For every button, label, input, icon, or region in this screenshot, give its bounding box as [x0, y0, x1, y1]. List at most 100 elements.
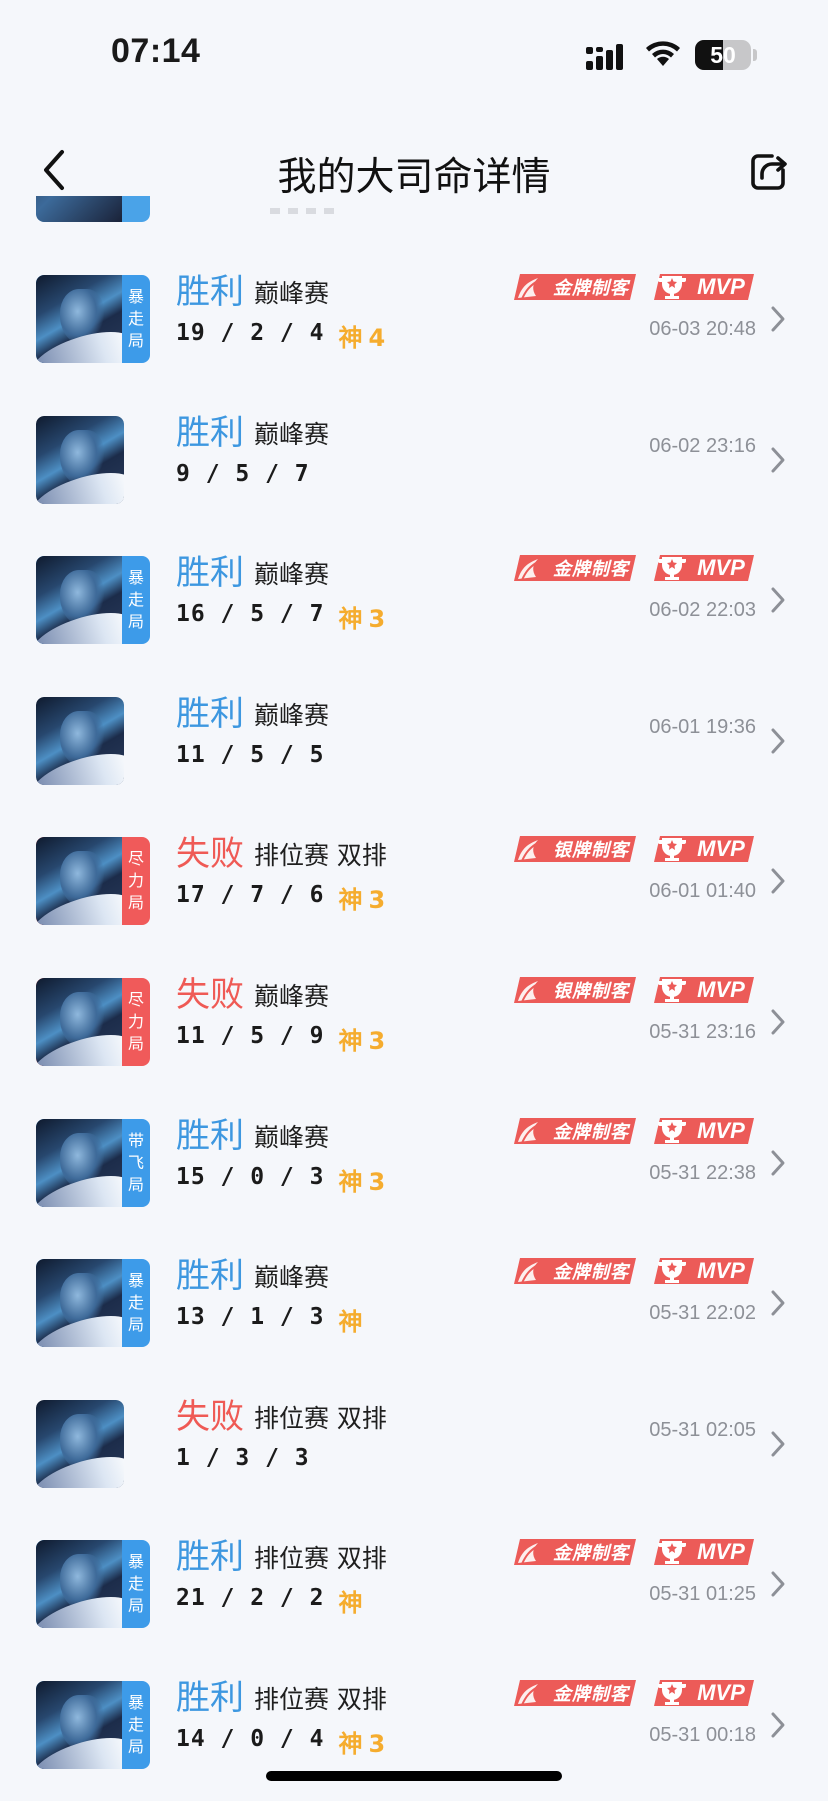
match-list: 暴走局胜利 巅峰赛 19 / 2 / 4 神 4 金牌制客 MVP 06-03 20:48 胜利… [0, 254, 828, 1801]
mvp-badge: MVP [652, 975, 756, 1005]
chevron-right-icon[interactable] [770, 1429, 786, 1459]
chevron-right-icon[interactable] [770, 726, 786, 756]
chevron-right-icon[interactable] [770, 445, 786, 475]
match-row[interactable]: 尽力局失败 排位赛 双排 17 / 7 / 6 神 3 银牌制客 MVP 06-01 01:4… [0, 816, 828, 957]
match-result: 胜利 [176, 1677, 244, 1718]
match-result: 胜利 [176, 693, 244, 734]
mvp-label: MVP [697, 836, 745, 862]
mvp-label: MVP [697, 274, 745, 299]
chevron-right-icon[interactable] [770, 1569, 786, 1599]
match-tag-char: 走 [127, 1714, 144, 1734]
match-tag-badge: 暴走局 [122, 1259, 150, 1347]
match-row[interactable]: 暴走局胜利 排位赛 双排 21 / 2 / 2 神金牌制客 MVP 05-31 01:25 [0, 1519, 828, 1660]
match-mode: 巅峰赛 [253, 700, 329, 730]
chevron-right-icon[interactable] [770, 1148, 786, 1178]
match-tag-char: 局 [127, 893, 144, 913]
match-row[interactable]: 暴走局胜利 巅峰赛 19 / 2 / 4 神 4 金牌制客 MVP 06-03 20:48 [0, 254, 828, 395]
killer-medal-badge: 金牌制客 [512, 1116, 640, 1146]
match-mode: 巅峰赛 [253, 1263, 329, 1293]
match-tag-char: 走 [127, 309, 144, 328]
match-timestamp: 05-31 22:38 [649, 1161, 756, 1184]
match-tag-char: 带 [127, 1130, 144, 1150]
match-kda: 15 / 0 / 3 [176, 1163, 325, 1190]
match-kda: 16 / 5 / 7 [176, 601, 325, 628]
god-count: 3 [368, 605, 386, 634]
mvp-badge: MVP [652, 1537, 756, 1567]
chevron-right-icon[interactable] [770, 866, 786, 896]
match-tag-badge: 尽力局 [122, 978, 150, 1066]
match-timestamp: 05-31 22:02 [649, 1302, 756, 1325]
cellular-signal-icon [586, 44, 623, 70]
match-tag-char: 飞 [127, 1152, 144, 1172]
god-count: 3 [368, 886, 386, 915]
match-mode: 巅峰赛 [253, 279, 329, 308]
mvp-label: MVP [697, 555, 745, 581]
mvp-badge: MVP [652, 553, 756, 583]
god-rating-label: 神3 [338, 1724, 385, 1759]
match-kda: 1 / 3 / 3 [176, 1444, 310, 1471]
match-row[interactable]: 带飞局胜利 巅峰赛 15 / 0 / 3 神 3 金牌制客 MVP 05-31 22:38 [0, 1098, 828, 1239]
match-result: 胜利 [176, 553, 244, 594]
match-result: 胜利 [176, 1256, 244, 1297]
match-timestamp: 05-31 00:18 [649, 1723, 756, 1746]
hero-portrait [36, 837, 122, 926]
hero-portrait [36, 977, 122, 1066]
chevron-right-icon[interactable] [770, 304, 786, 334]
match-mode: 排位赛 双排 [253, 841, 387, 871]
killer-medal-badge: 银牌制客 [512, 975, 640, 1005]
match-result: 胜利 [176, 1115, 244, 1156]
match-mode: 排位赛 双排 [253, 1544, 387, 1574]
match-tag-char: 走 [127, 1293, 144, 1313]
match-row[interactable]: 暴走局胜利 巅峰赛 16 / 5 / 7 神 3 金牌制客 MVP 06-02 22:03 [0, 535, 828, 676]
mvp-label: MVP [697, 1539, 745, 1565]
chevron-right-icon[interactable] [770, 585, 786, 615]
match-result: 失败 [176, 974, 244, 1015]
mvp-label: MVP [697, 1117, 745, 1143]
chevron-right-icon[interactable] [770, 1710, 786, 1740]
killer-medal-badge: 金牌制客 [512, 553, 640, 583]
match-tag-badge: 暴走局 [122, 275, 150, 363]
match-tag-char: 局 [127, 1596, 144, 1616]
mvp-badge: MVP [652, 1116, 756, 1146]
killer-medal-label: 银牌制客 [553, 980, 629, 1002]
match-kda: 11 / 5 / 9 [176, 1022, 325, 1049]
god-count: 4 [368, 324, 386, 352]
match-tag-badge: 尽力局 [122, 837, 150, 925]
match-row[interactable]: 失败 排位赛 双排 1 / 3 / 3 05-31 02:05 [0, 1379, 828, 1520]
hero-thumbnail: 暴走局 [36, 556, 150, 645]
match-tag-char: 局 [127, 1174, 144, 1194]
match-row[interactable]: 胜利 巅峰赛 11 / 5 / 5 06-01 19:36 [0, 676, 828, 817]
match-row[interactable]: 胜利 巅峰赛 9 / 5 / 7 06-02 23:16 [0, 395, 828, 536]
killer-medal-label: 金牌制客 [553, 1262, 629, 1284]
match-row[interactable]: 暴走局胜利 巅峰赛 13 / 1 / 3 神金牌制客 MVP 05-31 22:02 [0, 1238, 828, 1379]
hero-thumbnail: 暴走局 [36, 1540, 150, 1629]
god-label: 神 [338, 1308, 363, 1337]
share-icon[interactable] [748, 148, 788, 192]
match-mode: 巅峰赛 [253, 419, 329, 449]
match-tag-char: 局 [127, 331, 144, 350]
hero-thumbnail: 尽力局 [36, 837, 150, 926]
god-rating-label: 神3 [338, 1021, 385, 1056]
match-result: 胜利 [176, 412, 244, 453]
chevron-right-icon[interactable] [770, 1007, 786, 1037]
killer-medal-label: 银牌制客 [553, 840, 629, 862]
status-time: 07:14 [111, 32, 201, 70]
match-timestamp: 06-03 20:48 [649, 318, 756, 340]
hero-thumbnail [36, 1399, 124, 1488]
hero-portrait [36, 415, 124, 504]
match-mode: 巅峰赛 [253, 560, 329, 590]
chevron-right-icon[interactable] [770, 1288, 786, 1318]
hero-portrait [36, 1540, 122, 1629]
match-tag-char: 力 [127, 871, 144, 891]
match-row[interactable]: 尽力局失败 巅峰赛 11 / 5 / 9 神 3 银牌制客 MVP 05-31 23:16 [0, 957, 828, 1098]
match-tag-char: 尽 [127, 849, 144, 869]
match-timestamp: 06-01 19:36 [649, 715, 756, 738]
god-label: 神 [338, 1729, 363, 1758]
hero-thumbnail: 暴走局 [36, 1259, 150, 1348]
god-label: 神 [338, 1589, 363, 1618]
god-label: 神 [338, 605, 363, 634]
killer-medal-badge: 金牌制客 [512, 1537, 640, 1567]
page-title: 我的大司命详情 [277, 155, 551, 200]
home-indicator [266, 1771, 562, 1781]
match-kda: 14 / 0 / 4 [176, 1725, 325, 1752]
